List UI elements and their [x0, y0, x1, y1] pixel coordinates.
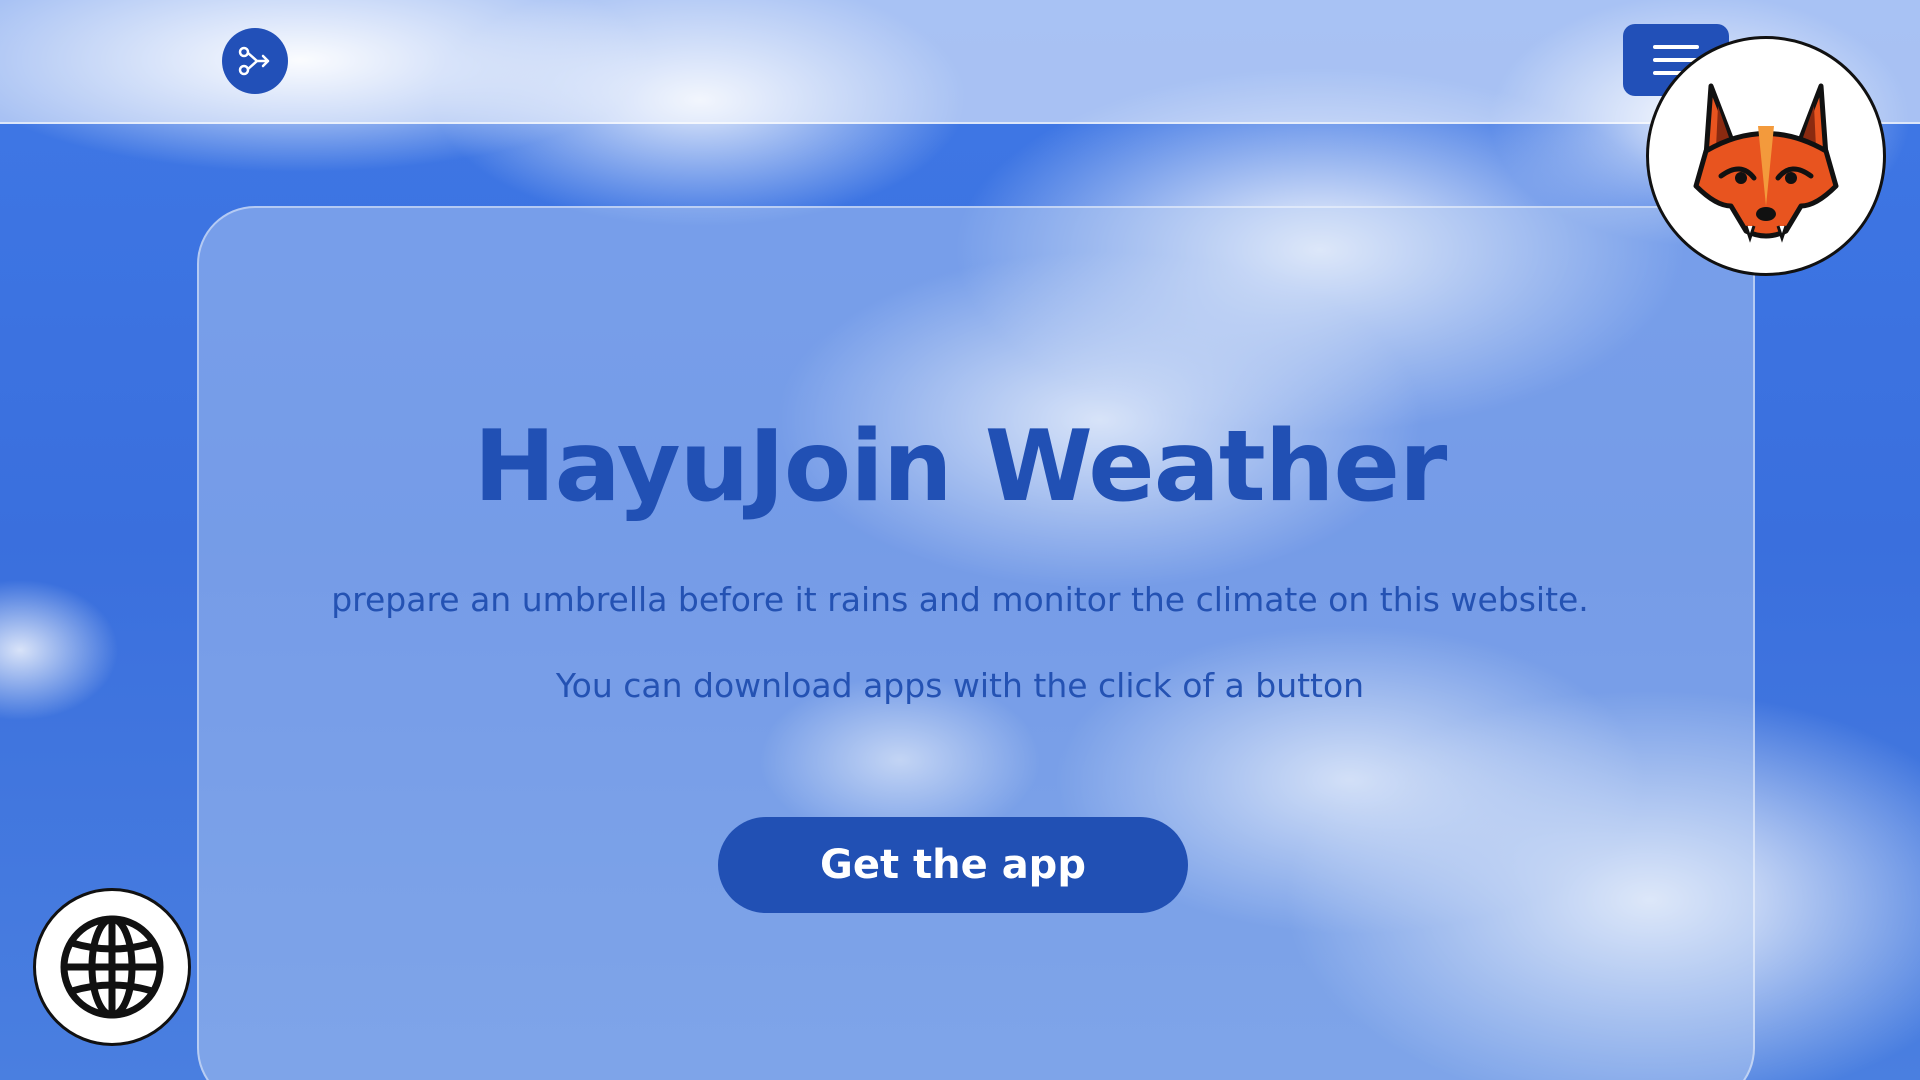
hamburger-menu-icon-bar: [1653, 45, 1699, 49]
share-arrow-icon: [238, 46, 270, 76]
hero-subtext: You can download apps with the click of …: [555, 666, 1365, 705]
hero-card: [197, 206, 1755, 1080]
get-app-button[interactable]: Get the app: [718, 817, 1188, 913]
navbar: [0, 0, 1920, 124]
globe-icon: [60, 915, 164, 1019]
hero-title: HayuJoin Weather: [473, 410, 1448, 524]
language-globe-button[interactable]: [33, 888, 191, 1046]
fox-mascot-icon: [1693, 83, 1839, 243]
mascot-badge: [1646, 36, 1886, 276]
hero-tagline: prepare an umbrella before it rains and …: [331, 580, 1589, 619]
sky-background: HayuJoin Weather prepare an umbrella bef…: [0, 0, 1920, 1080]
logo-button[interactable]: [222, 28, 288, 94]
